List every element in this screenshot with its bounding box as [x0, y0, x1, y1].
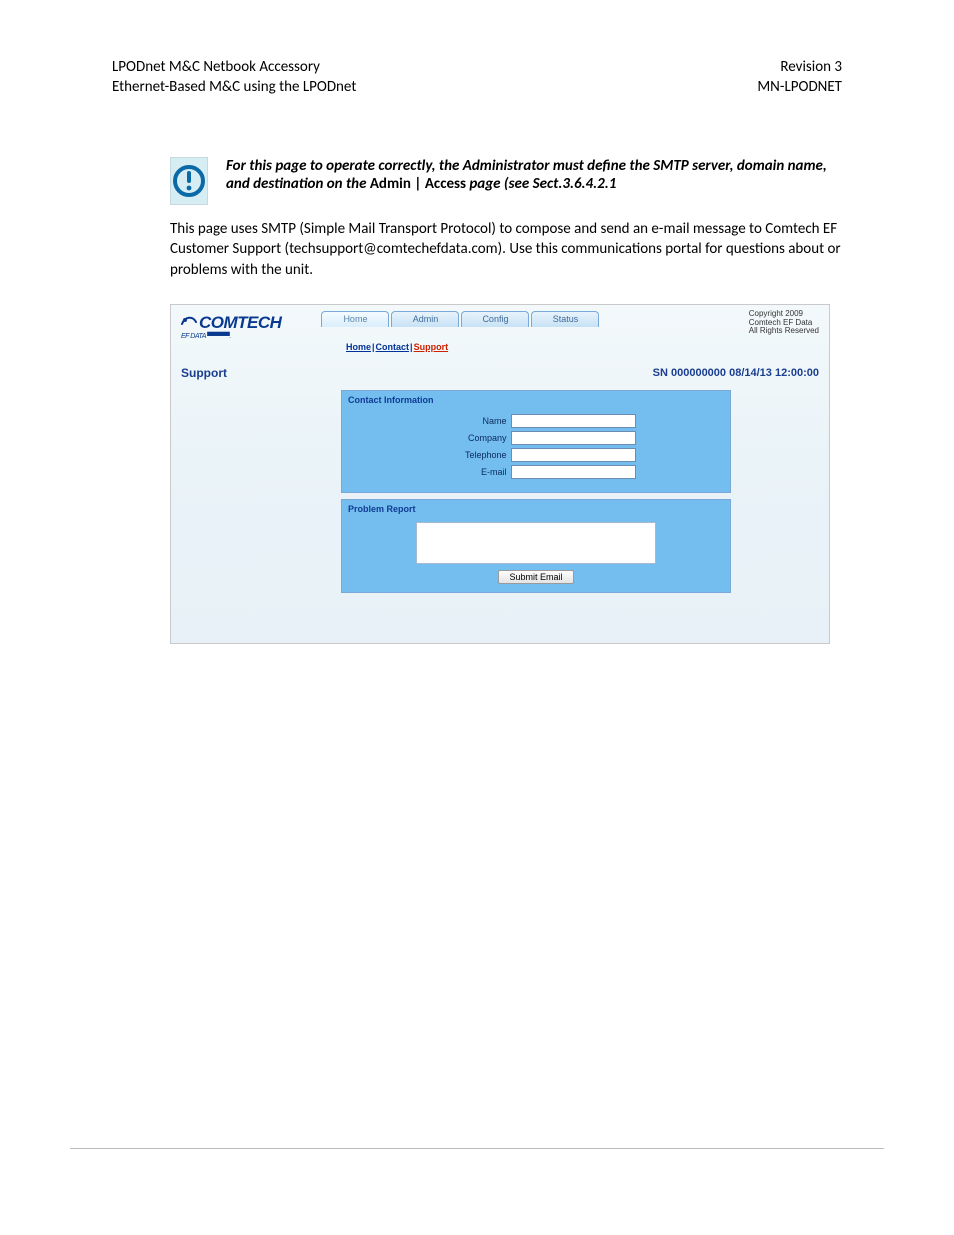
company-input[interactable]: [511, 431, 636, 445]
doc-header-left-2: Ethernet-Based M&C using the LPODnet: [112, 78, 356, 98]
doc-header-left-1: LPODnet M&C Netbook Accessory: [112, 58, 356, 78]
logo: COMTECH EF DATA ▀▀▀▀▀.: [179, 309, 283, 341]
submit-email-button[interactable]: Submit Email: [498, 570, 573, 584]
contact-legend: Contact Information: [342, 391, 730, 407]
doc-header-right-1: Revision 3: [757, 58, 842, 78]
note-text: For this page to operate correctly, the …: [226, 157, 842, 193]
doc-header-right-2: MN-LPODNET: [757, 78, 842, 98]
note-part-c: page (see Sect.3.6.4.2.1: [466, 175, 616, 193]
copyright-l3: All Rights Reserved: [749, 327, 819, 336]
document-header: LPODnet M&C Netbook Accessory Ethernet-B…: [112, 58, 842, 97]
telephone-input[interactable]: [511, 448, 636, 462]
panel-problem-report: Problem Report Submit Email: [341, 499, 731, 593]
page-title: Support: [181, 366, 227, 380]
app-header: COMTECH EF DATA ▀▀▀▀▀. Home Admin Config…: [171, 305, 829, 341]
subtab-contact[interactable]: Contact: [376, 342, 410, 352]
main-tabs: Home Admin Config Status: [321, 309, 599, 327]
subtab-home[interactable]: Home: [346, 342, 371, 352]
tab-admin[interactable]: Admin: [391, 311, 459, 327]
report-legend: Problem Report: [342, 500, 730, 516]
footer-rule: [70, 1148, 884, 1149]
serial-datetime: SN 000000000 08/14/13 12:00:00: [653, 367, 819, 379]
problem-report-textarea[interactable]: [416, 522, 656, 564]
panel-contact-information: Contact Information Name Company Telepho…: [341, 390, 731, 493]
logo-main: COMTECH: [199, 313, 281, 332]
title-row: Support SN 000000000 08/14/13 12:00:00: [171, 356, 829, 384]
email-input[interactable]: [511, 465, 636, 479]
note-block: For this page to operate correctly, the …: [170, 157, 842, 205]
name-input[interactable]: [511, 414, 636, 428]
tab-config[interactable]: Config: [461, 311, 529, 327]
logo-sub: EF DATA ▀▀▀▀▀.: [181, 333, 281, 340]
app-screenshot: COMTECH EF DATA ▀▀▀▀▀. Home Admin Config…: [170, 304, 830, 645]
logo-swoosh-icon: [181, 313, 197, 333]
copyright: Copyright 2009 Comtech EF Data All Right…: [749, 310, 819, 336]
tab-status[interactable]: Status: [531, 311, 599, 327]
email-label: E-mail: [437, 467, 507, 477]
telephone-label: Telephone: [437, 450, 507, 460]
name-label: Name: [437, 416, 507, 426]
body-paragraph: This page uses SMTP (Simple Mail Transpo…: [170, 219, 842, 280]
alert-icon: [170, 157, 208, 205]
tab-home[interactable]: Home: [321, 311, 389, 327]
sub-tabs: Home|Contact|Support: [346, 340, 829, 356]
subtab-support[interactable]: Support: [414, 342, 449, 352]
note-part-b: Admin | Access: [370, 175, 466, 193]
company-label: Company: [437, 433, 507, 443]
